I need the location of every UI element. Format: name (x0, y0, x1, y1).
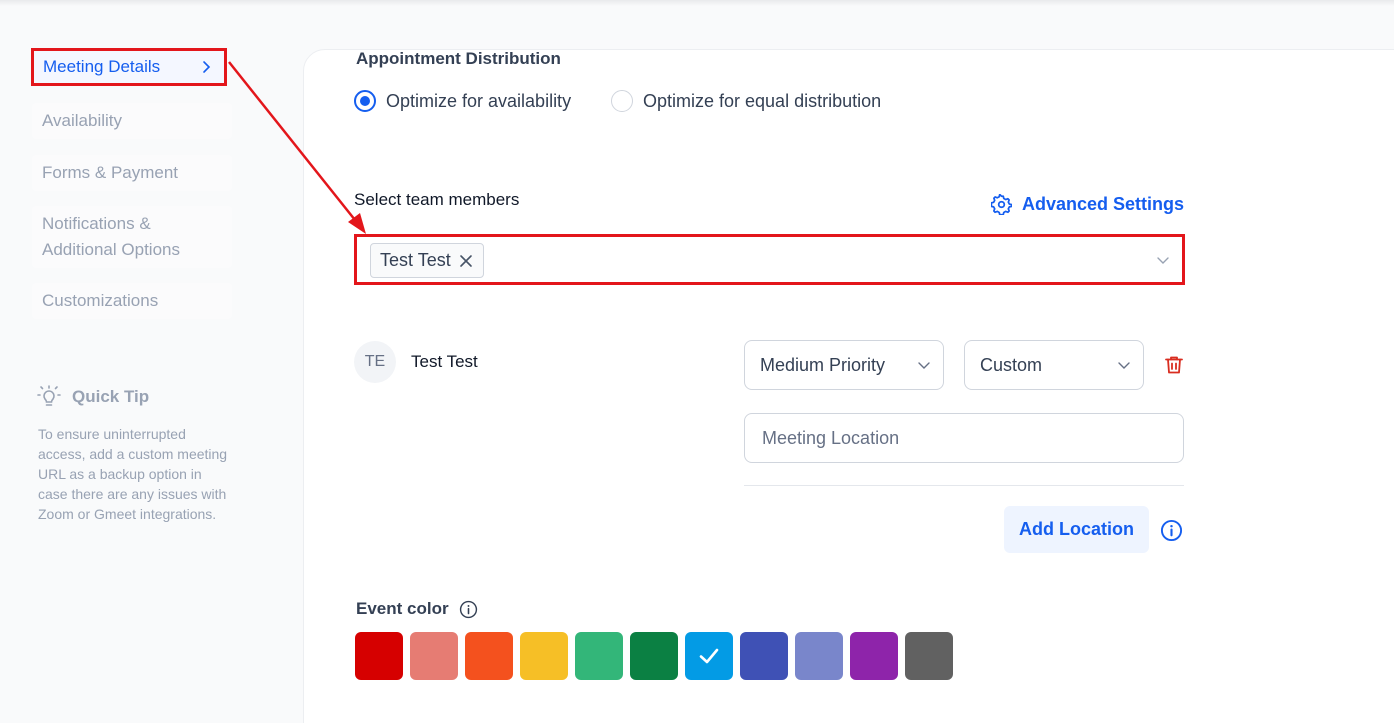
sidebar-item-label: Meeting Details (43, 57, 161, 76)
gear-icon (991, 194, 1012, 215)
lightbulb-icon (37, 385, 61, 406)
sidebar-item-label: Forms & Payment (42, 163, 179, 182)
sidebar-item-label: Availability (42, 111, 123, 130)
team-members-select[interactable]: Test Test (354, 234, 1185, 285)
radio-unchecked-icon[interactable] (611, 90, 633, 112)
color-swatch[interactable] (685, 632, 733, 680)
event-color-label: Event color (356, 599, 478, 619)
color-swatch[interactable] (905, 632, 953, 680)
color-swatch[interactable] (850, 632, 898, 680)
sidebar-item-label: Customizations (42, 291, 159, 310)
appointment-distribution-title: Appointment Distribution (356, 49, 561, 68)
info-icon[interactable] (459, 600, 478, 619)
sidebar-item-notifications[interactable]: Notifications & Additional Options (32, 206, 232, 268)
sidebar-item-label: Notifications & (42, 214, 151, 233)
sidebar-item-availability[interactable]: Availability (32, 103, 232, 139)
color-swatch[interactable] (740, 632, 788, 680)
color-swatches (355, 632, 953, 680)
member-name: Test Test (411, 352, 478, 371)
color-swatch[interactable] (410, 632, 458, 680)
radio-equal-distribution[interactable]: Optimize for equal distribution (611, 90, 881, 112)
close-icon[interactable] (459, 254, 473, 268)
info-icon[interactable] (1160, 519, 1183, 542)
meeting-location-input[interactable] (744, 413, 1184, 463)
select-team-members-label: Select team members (354, 190, 520, 209)
color-swatch[interactable] (575, 632, 623, 680)
priority-select[interactable]: Medium Priority (744, 340, 944, 390)
sidebar-item-label: Additional Options (42, 240, 180, 259)
sidebar-item-meeting-details[interactable]: Meeting Details (31, 48, 227, 86)
chevron-down-icon (1118, 362, 1130, 369)
quick-tip-text: To ensure uninterrupted access, add a cu… (38, 426, 228, 522)
chevron-down-icon (1157, 257, 1169, 264)
selected-member-chip: Test Test (370, 243, 484, 278)
radio-optimize-availability[interactable]: Optimize for availability (354, 90, 571, 112)
chevron-right-icon (203, 61, 211, 73)
chevron-down-icon (918, 362, 930, 369)
advanced-settings-link[interactable]: Advanced Settings (991, 194, 1184, 215)
check-icon (699, 648, 719, 664)
top-shadow (0, 0, 1394, 6)
color-swatch[interactable] (520, 632, 568, 680)
sidebar-item-customizations[interactable]: Customizations (32, 283, 232, 319)
meeting-type-select[interactable]: Custom (964, 340, 1144, 390)
color-swatch[interactable] (795, 632, 843, 680)
radio-checked-icon[interactable] (354, 90, 376, 112)
add-location-button[interactable]: Add Location (1004, 506, 1149, 553)
quick-tip-title: Quick Tip (36, 384, 149, 410)
avatar: TE (354, 341, 396, 383)
color-swatch[interactable] (630, 632, 678, 680)
color-swatch[interactable] (355, 632, 403, 680)
trash-icon[interactable] (1163, 354, 1185, 376)
color-swatch[interactable] (465, 632, 513, 680)
sidebar-item-forms-payment[interactable]: Forms & Payment (32, 155, 232, 191)
divider (744, 485, 1184, 486)
